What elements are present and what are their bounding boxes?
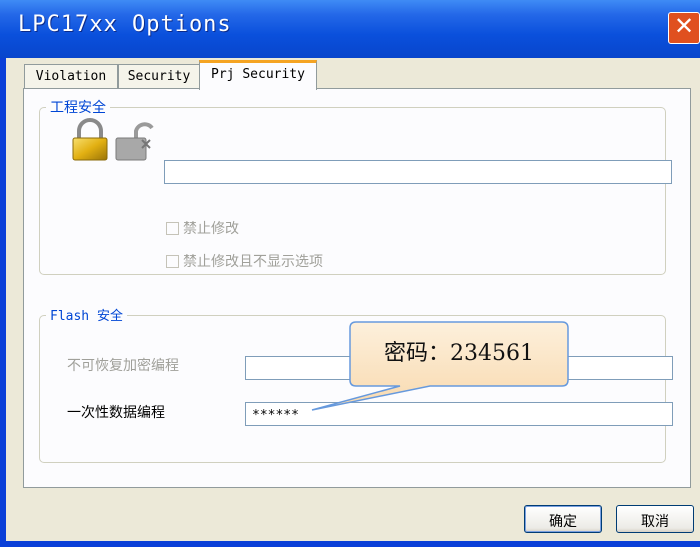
otp-programming-input[interactable]: ****** <box>245 402 673 426</box>
project-security-group: 工程安全 禁止修改 禁止修改且不显示选项 <box>39 97 672 275</box>
irrecoverable-encryption-label: 不可恢复加密编程 <box>67 358 179 374</box>
disable-modify-hide-options-checkbox[interactable]: 禁止修改且不显示选项 <box>166 251 323 271</box>
window-title: LPC17xx Options <box>18 12 232 37</box>
tab-security[interactable]: Security <box>118 64 200 88</box>
project-security-legend: 工程安全 <box>46 97 110 117</box>
unlocked-padlock-icon <box>115 122 154 161</box>
close-button[interactable]: ✕ <box>668 12 700 44</box>
checkbox-label: 禁止修改 <box>183 221 239 237</box>
close-icon: ✕ <box>673 12 695 40</box>
dialog-body: Violation Security Prj Security 工程安全 禁止修… <box>6 58 700 541</box>
flash-security-group: Flash 安全 不可恢复加密编程 一次性数据编程 ****** <box>39 305 673 463</box>
locked-padlock-icon <box>72 118 108 161</box>
dialog-window: LPC17xx Options ✕ Violation Security Prj… <box>0 0 700 547</box>
project-password-input[interactable] <box>164 160 672 184</box>
checkbox-box <box>166 222 179 235</box>
disable-modify-checkbox[interactable]: 禁止修改 <box>166 218 239 238</box>
cancel-button[interactable]: 取消 <box>616 505 694 533</box>
ok-button[interactable]: 确定 <box>524 505 602 533</box>
checkbox-box <box>166 255 179 268</box>
irrecoverable-encryption-input[interactable] <box>245 356 673 380</box>
tab-prj-security[interactable]: Prj Security <box>199 60 317 90</box>
otp-programming-label: 一次性数据编程 <box>67 405 165 421</box>
title-bar[interactable]: LPC17xx Options ✕ <box>0 0 700 58</box>
checkbox-label: 禁止修改且不显示选项 <box>183 254 323 270</box>
tab-violation[interactable]: Violation <box>24 64 118 88</box>
tab-panel: 工程安全 禁止修改 禁止修改且不显示选项 Flash 安全 不可恢复加密编程 一… <box>23 88 691 488</box>
flash-security-legend: Flash 安全 <box>46 305 127 324</box>
